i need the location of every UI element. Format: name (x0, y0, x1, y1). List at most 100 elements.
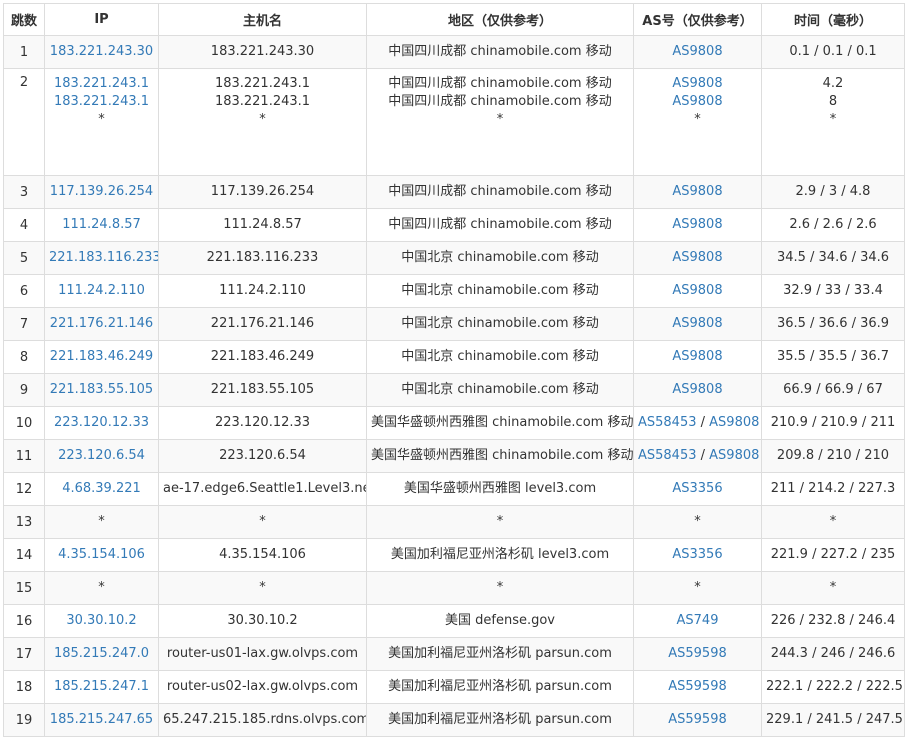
as-link[interactable]: AS3356 (672, 481, 722, 496)
ip-link[interactable]: 30.30.10.2 (49, 612, 154, 630)
table-row: 13 * * * * * (3, 505, 905, 539)
as-link[interactable]: AS9808 (672, 382, 722, 397)
as-line: AS9808 (638, 216, 757, 234)
as-line: AS9808 (638, 249, 757, 267)
ip-cell: 183.221.243.1 183.221.243.1 * (44, 68, 159, 176)
as-link[interactable]: AS59598 (668, 646, 727, 661)
as-link[interactable]: AS9808 (672, 316, 722, 331)
as-cell: AS9808 (633, 274, 762, 308)
ip-link[interactable]: 183.221.243.1 (49, 93, 154, 111)
as-cell: AS9808 (633, 307, 762, 341)
table-body: 1 183.221.243.30 183.221.243.30 中国四川成都 chin… (3, 35, 905, 737)
as-line: AS59598 (638, 645, 757, 663)
as-link[interactable]: AS9808 (672, 283, 722, 298)
region-text: 美国加利福尼亚州洛杉矶 parsun.com (388, 712, 612, 727)
time-cell: 35.5 / 35.5 / 36.7 (761, 340, 905, 374)
as-link[interactable]: AS9808 (672, 217, 722, 232)
table-row: 15 * * * * * (3, 571, 905, 605)
as-cell: AS9808 (633, 208, 762, 242)
hop-cell: 17 (3, 637, 45, 671)
time-text: 209.8 / 210 / 210 (776, 448, 890, 463)
table-row: 14 4.35.154.106 4.35.154.106 美国加利福尼亚州洛杉矶 le… (3, 538, 905, 572)
hop-cell: 12 (3, 472, 45, 506)
as-cell: AS3356 (633, 472, 762, 506)
hop-cell: 10 (3, 406, 45, 440)
as-link[interactable]: AS9808 (672, 250, 722, 265)
as-cell: AS58453 / AS9808 (633, 439, 762, 473)
ip-link[interactable]: 223.120.6.54 (49, 447, 154, 465)
ip-link[interactable]: 221.183.46.249 (49, 348, 154, 366)
hostname-cell: 111.24.8.57 (158, 208, 367, 242)
as-link[interactable]: AS9808 (672, 349, 722, 364)
as-link[interactable]: AS9808 (672, 184, 722, 199)
as-placeholder: * (694, 580, 701, 595)
as-link[interactable]: AS59598 (668, 679, 727, 694)
region-cell: * (366, 571, 634, 605)
as-cell: AS9808 (633, 340, 762, 374)
ip-link[interactable]: 111.24.2.110 (49, 282, 154, 300)
hostname-cell: router-us01-lax.gw.olvps.com (158, 637, 367, 671)
ip-link[interactable]: 221.183.55.105 (49, 381, 154, 399)
hostname-text: 111.24.8.57 (223, 217, 302, 232)
as-link[interactable]: AS9808 (709, 415, 759, 430)
as-link[interactable]: AS3356 (672, 547, 722, 562)
time-cell: 0.1 / 0.1 / 0.1 (761, 35, 905, 69)
ip-cell: 223.120.6.54 (44, 439, 159, 473)
time-text: 4.2 (822, 76, 844, 91)
hostname-cell: 221.183.46.249 (158, 340, 367, 374)
hop-cell: 16 (3, 604, 45, 638)
ip-link[interactable]: 221.183.116.233 (49, 249, 158, 267)
ip-link[interactable]: 4.35.154.106 (49, 546, 154, 564)
time-text: 0.1 / 0.1 / 0.1 (789, 44, 877, 59)
time-text: 210.9 / 210.9 / 211 (770, 415, 896, 430)
hostname-cell: 221.183.116.233 (158, 241, 367, 275)
as-line: AS58453 / AS9808 (638, 447, 759, 465)
region-cell: 美国加利福尼亚州洛杉矶 level3.com (366, 538, 634, 572)
ip-link[interactable]: 223.120.12.33 (49, 414, 154, 432)
as-line: AS59598 (638, 711, 757, 729)
ip-cell: 185.215.247.1 (44, 670, 159, 704)
as-link[interactable]: AS59598 (668, 712, 727, 727)
region-text: 美国加利福尼亚州洛杉矶 parsun.com (388, 679, 612, 694)
time-text: 8 (828, 94, 838, 109)
as-line: AS9808 (638, 348, 757, 366)
time-cell: 210.9 / 210.9 / 211 (761, 406, 905, 440)
time-text: 66.9 / 66.9 / 67 (783, 382, 883, 397)
ip-link[interactable]: 183.221.243.30 (49, 43, 154, 61)
region-cell: 中国北京 chinamobile.com 移动 (366, 340, 634, 374)
ip-placeholder: * (98, 580, 105, 595)
ip-link[interactable]: 183.221.243.1 (49, 75, 154, 93)
as-link[interactable]: AS9808 (709, 448, 759, 463)
ip-link[interactable]: 185.215.247.0 (49, 645, 154, 663)
hostname-text: router-us02-lax.gw.olvps.com (166, 679, 359, 694)
region-cell: 中国四川成都 chinamobile.com 移动 (366, 208, 634, 242)
hostname-cell: 4.35.154.106 (158, 538, 367, 572)
time-cell: 4.2 8 * (761, 68, 905, 176)
region-cell: 美国 defense.gov (366, 604, 634, 638)
as-link[interactable]: AS58453 (638, 415, 697, 430)
hostname-text: 117.139.26.254 (210, 184, 315, 199)
as-link[interactable]: AS749 (677, 613, 719, 628)
region-cell: 中国四川成都 chinamobile.com 移动 (366, 175, 634, 209)
as-link[interactable]: AS58453 (638, 448, 697, 463)
table-row: 5 221.183.116.233 221.183.116.233 中国北京 chin… (3, 241, 905, 275)
time-cell: 226 / 232.8 / 246.4 (761, 604, 905, 638)
ip-link[interactable]: 111.24.8.57 (49, 216, 154, 234)
time-cell: 34.5 / 34.6 / 34.6 (761, 241, 905, 275)
hostname-text: 30.30.10.2 (227, 613, 298, 628)
ip-link[interactable]: 221.176.21.146 (49, 315, 154, 333)
as-link[interactable]: AS9808 (672, 76, 722, 91)
hostname-cell: ae-17.edge6.Seattle1.Level3.net (158, 472, 367, 506)
ip-link[interactable]: 4.68.39.221 (49, 480, 154, 498)
region-text: 美国华盛顿州西雅图 level3.com (403, 481, 597, 496)
ip-link[interactable]: 185.215.247.65 (49, 711, 154, 729)
hop-cell: 11 (3, 439, 45, 473)
hostname-text: 221.176.21.146 (210, 316, 315, 331)
header-as: AS号（仅供参考） (633, 3, 762, 36)
hop-cell: 9 (3, 373, 45, 407)
ip-link[interactable]: 117.139.26.254 (49, 183, 154, 201)
ip-link[interactable]: 185.215.247.1 (49, 678, 154, 696)
as-link[interactable]: AS9808 (672, 44, 722, 59)
as-link[interactable]: AS9808 (672, 94, 722, 109)
time-cell: * (761, 505, 905, 539)
